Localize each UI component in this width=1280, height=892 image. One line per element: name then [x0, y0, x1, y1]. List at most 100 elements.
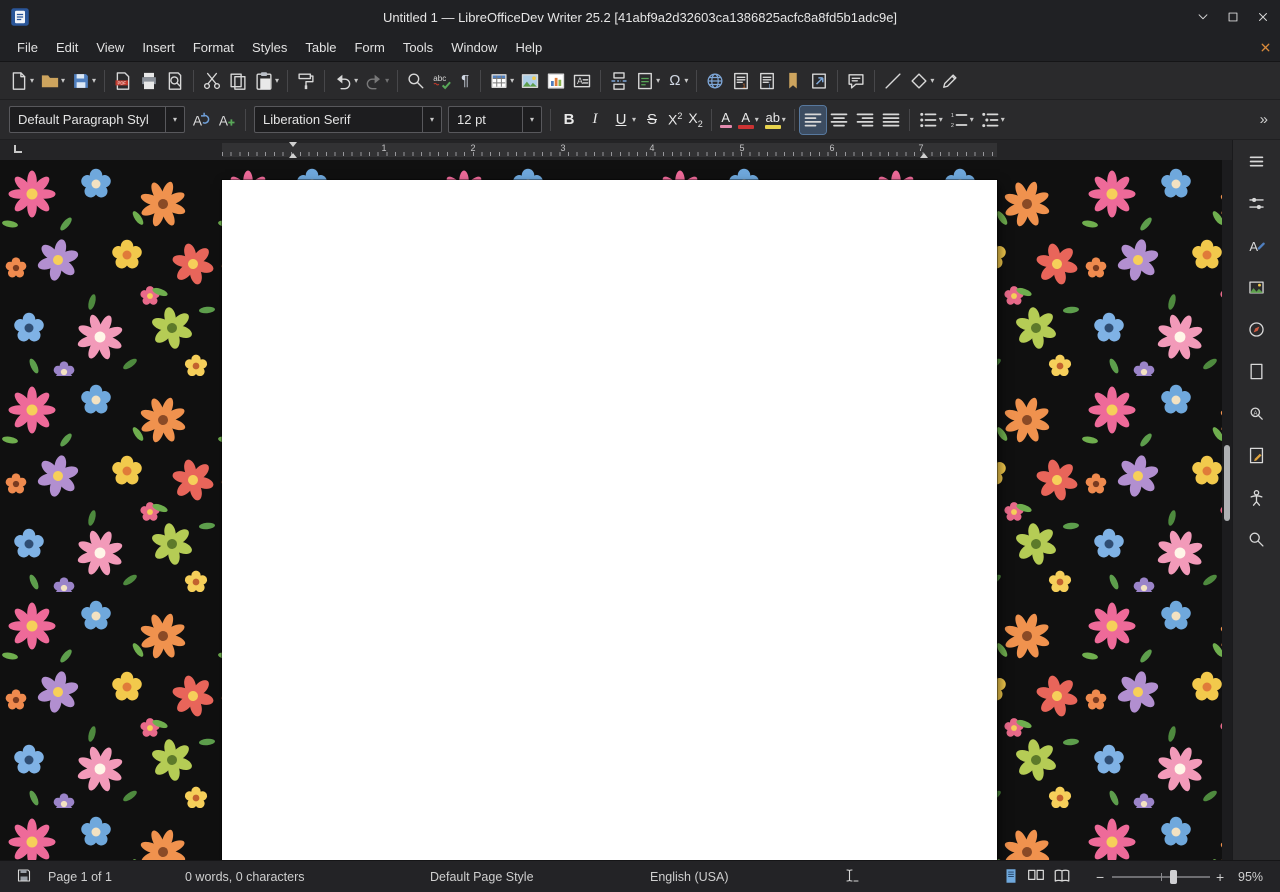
align-center-button[interactable]: [826, 106, 852, 134]
align-justify-button[interactable]: [878, 106, 904, 134]
menu-format[interactable]: Format: [184, 36, 243, 59]
close-icon[interactable]: [1256, 10, 1270, 24]
basic-shapes-button[interactable]: ▾: [906, 67, 937, 95]
italic-button[interactable]: I: [582, 106, 608, 134]
chevron-down-icon[interactable]: ▾: [30, 77, 34, 85]
new-document-button[interactable]: ▾: [6, 67, 37, 95]
zoom-out-button[interactable]: −: [1096, 869, 1104, 885]
spelling-button[interactable]: abc: [429, 67, 455, 95]
insert-endnote-button[interactable]: i: [754, 67, 780, 95]
tab-stop-selector[interactable]: [14, 145, 22, 153]
export-pdf-button[interactable]: PDF: [110, 67, 136, 95]
superscript-button[interactable]: X2: [665, 106, 685, 134]
insert-special-character-button[interactable]: Ω ▾: [663, 67, 691, 95]
chevron-down-icon[interactable]: ▾: [510, 77, 514, 85]
chevron-down-icon[interactable]: ▾: [970, 116, 974, 124]
chevron-down-icon[interactable]: ▾: [92, 77, 96, 85]
menu-edit[interactable]: Edit: [47, 36, 87, 59]
paragraph-style-select[interactable]: Default Paragraph Styl ▾: [9, 106, 185, 133]
sidebar-find-button[interactable]: [1242, 526, 1272, 553]
highlight-color-button[interactable]: ab ▾: [762, 106, 789, 134]
horizontal-ruler[interactable]: 1 2 3 4 5 6 7: [0, 140, 1232, 160]
insert-line-button[interactable]: [880, 67, 906, 95]
undo-button[interactable]: ▾: [330, 67, 361, 95]
underline-button[interactable]: U▾: [608, 106, 639, 134]
menu-file[interactable]: File: [8, 36, 47, 59]
print-button[interactable]: [136, 67, 162, 95]
chevron-down-icon[interactable]: ▾: [656, 77, 660, 85]
insert-mode-icon[interactable]: [843, 867, 861, 886]
chevron-down-icon[interactable]: ▾: [632, 116, 636, 124]
chevron-down-icon[interactable]: ▾: [684, 77, 688, 85]
left-indent-marker[interactable]: [289, 153, 297, 158]
menu-form[interactable]: Form: [345, 36, 393, 59]
menu-view[interactable]: View: [87, 36, 133, 59]
book-view-button[interactable]: [1051, 866, 1073, 886]
chevron-down-icon[interactable]: ▾: [1001, 116, 1005, 124]
find-replace-button[interactable]: [403, 67, 429, 95]
zoom-slider[interactable]: [1112, 876, 1210, 878]
formatting-marks-button[interactable]: ¶: [455, 67, 475, 95]
align-left-button[interactable]: [800, 106, 826, 134]
menu-table[interactable]: Table: [296, 36, 345, 59]
chevron-down-icon[interactable]: ▾: [930, 77, 934, 85]
menu-styles[interactable]: Styles: [243, 36, 296, 59]
sidebar-page-button[interactable]: [1242, 358, 1272, 385]
copy-button[interactable]: [225, 67, 251, 95]
text-language[interactable]: English (USA): [650, 870, 729, 884]
zoom-slider-handle[interactable]: [1170, 870, 1177, 884]
insert-page-break-button[interactable]: [606, 67, 632, 95]
menu-window[interactable]: Window: [442, 36, 506, 59]
zoom-level[interactable]: 95%: [1238, 870, 1263, 884]
subscript-button[interactable]: X2: [685, 106, 705, 134]
toolbar-overflow-button[interactable]: »: [1254, 111, 1274, 128]
scrollbar-thumb[interactable]: [1224, 445, 1230, 521]
ordered-list-button[interactable]: 12 ▾: [946, 106, 977, 134]
sidebar-navigator-button[interactable]: [1242, 316, 1272, 343]
multi-page-view-button[interactable]: [1025, 866, 1047, 886]
insert-footnote-button[interactable]: 1: [728, 67, 754, 95]
insert-field-button[interactable]: ▾: [632, 67, 663, 95]
sidebar-accessibility-check-button[interactable]: [1242, 484, 1272, 511]
sidebar-styles-button[interactable]: A: [1242, 232, 1272, 259]
right-indent-marker[interactable]: [920, 153, 928, 158]
insert-text-box-button[interactable]: A: [569, 67, 595, 95]
save-button[interactable]: ▾: [68, 67, 99, 95]
align-right-button[interactable]: [852, 106, 878, 134]
open-button[interactable]: ▾: [37, 67, 68, 95]
sidebar-manage-changes-button[interactable]: [1242, 442, 1272, 469]
strikethrough-button[interactable]: S: [639, 106, 665, 134]
font-color-button[interactable]: A ▾: [735, 106, 762, 134]
sidebar-properties-button[interactable]: [1242, 190, 1272, 217]
page-count[interactable]: Page 1 of 1: [48, 870, 112, 884]
insert-chart-button[interactable]: [543, 67, 569, 95]
menu-tools[interactable]: Tools: [394, 36, 442, 59]
menu-help[interactable]: Help: [506, 36, 551, 59]
chevron-down-icon[interactable]: ▾: [782, 116, 786, 124]
new-style-button[interactable]: A: [214, 106, 240, 134]
update-style-button[interactable]: A: [188, 106, 214, 134]
chevron-down-icon[interactable]: ▾: [165, 107, 184, 132]
redo-button[interactable]: ▾: [361, 67, 392, 95]
maximize-icon[interactable]: [1226, 10, 1240, 24]
chevron-down-icon[interactable]: ▾: [755, 116, 759, 124]
chevron-down-icon[interactable]: ▾: [385, 77, 389, 85]
cut-button[interactable]: [199, 67, 225, 95]
insert-bookmark-button[interactable]: [780, 67, 806, 95]
close-document-button[interactable]: [1259, 41, 1272, 54]
show-draw-functions-button[interactable]: [937, 67, 963, 95]
single-page-view-button[interactable]: [1000, 866, 1022, 886]
unordered-list-button[interactable]: ▾: [915, 106, 946, 134]
zoom-in-button[interactable]: +: [1216, 869, 1224, 885]
document-page[interactable]: [222, 180, 997, 860]
outline-list-button[interactable]: ▾: [977, 106, 1008, 134]
chevron-down-icon[interactable]: ▾: [522, 107, 541, 132]
minimize-icon[interactable]: [1196, 10, 1210, 24]
chevron-down-icon[interactable]: ▾: [61, 77, 65, 85]
first-line-indent-marker[interactable]: [289, 142, 297, 147]
insert-comment-button[interactable]: [843, 67, 869, 95]
paste-button[interactable]: ▾: [251, 67, 282, 95]
page-style[interactable]: Default Page Style: [430, 870, 534, 884]
insert-hyperlink-button[interactable]: [702, 67, 728, 95]
clone-formatting-button[interactable]: [293, 67, 319, 95]
